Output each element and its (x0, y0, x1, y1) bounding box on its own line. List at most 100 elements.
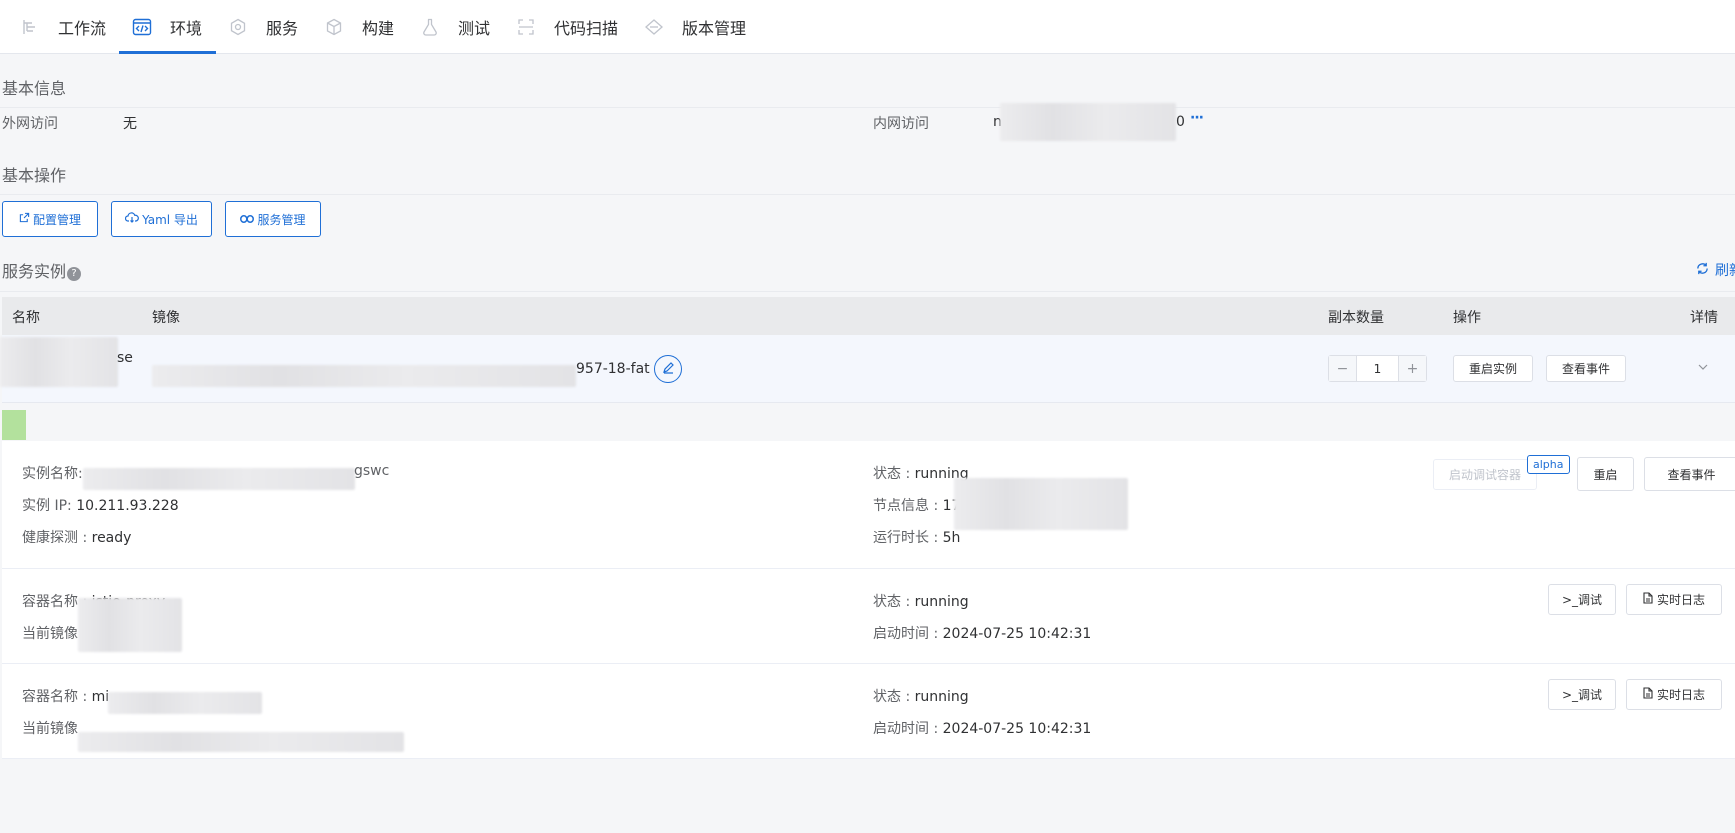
pod-uptime: 运行时长 : 5h (873, 527, 960, 547)
container-start-value: 2024-07-25 10:42:31 (942, 626, 1092, 642)
chevron-down-icon[interactable] (1697, 361, 1709, 377)
edit-image-button[interactable] (654, 355, 682, 383)
instances-title: 服务实例? (2, 258, 82, 282)
redacted-pod-name (83, 468, 355, 490)
redacted-internal-address (1000, 103, 1176, 141)
restart-pod-button[interactable]: 重启 (1577, 457, 1634, 491)
config-manage-button[interactable]: 配置管理 (2, 201, 98, 237)
divider (0, 107, 1735, 108)
container-name-label: 容器名称 : (22, 689, 88, 705)
pod-health: 健康探测 : ready (22, 527, 131, 547)
tab-service-label: 服务 (266, 19, 299, 38)
tab-version[interactable]: 版本管理 (644, 0, 746, 54)
pod-name-label: 实例名称: (22, 466, 83, 482)
column-detail: 详情 (1690, 310, 1718, 326)
tab-test[interactable]: 测试 (420, 0, 490, 54)
container-start-value: 2024-07-25 10:42:31 (942, 721, 1092, 737)
external-access-label: 外网访问 (2, 116, 58, 132)
debug-button[interactable]: >_调试 (1548, 584, 1616, 615)
pod-health-value: ready (91, 530, 132, 546)
redacted-service-name (0, 337, 118, 387)
service-manage-label: 服务管理 (257, 212, 306, 227)
decrease-replica-button[interactable]: − (1329, 356, 1356, 381)
container-status-label: 状态 : (873, 689, 911, 705)
redacted-container-image (78, 732, 404, 752)
tab-workflow-label: 工作流 (58, 19, 107, 38)
service-icon (228, 17, 248, 37)
container-name: 容器名称 : mi (22, 686, 109, 706)
version-icon (644, 17, 664, 37)
tab-code-scan[interactable]: 代码扫描 (516, 0, 618, 54)
link-icon (240, 212, 255, 226)
pod-ip-value: 10.211.93.228 (76, 498, 179, 514)
workflow-icon (20, 17, 40, 37)
redacted-image (152, 365, 576, 387)
replica-stepper[interactable]: − 1 + (1328, 355, 1427, 382)
pod-uptime-label: 运行时长 : (873, 530, 939, 546)
start-debug-container-button[interactable]: 启动调试容器 (1433, 459, 1537, 490)
pod-view-events-button[interactable]: 查看事件 (1644, 457, 1735, 491)
container-start-time: 启动时间 : 2024-07-25 10:42:31 (873, 718, 1091, 738)
pod-ip: 实例 IP: 10.211.93.228 (22, 495, 179, 515)
divider (0, 194, 1735, 195)
pod-status-marker (2, 410, 26, 440)
service-name-suffix: se (117, 350, 133, 366)
redacted-node-info (954, 478, 1128, 530)
view-events-button[interactable]: 查看事件 (1546, 355, 1626, 382)
refresh-label: 刷新 (1715, 263, 1735, 279)
more-icon[interactable]: ··· (1190, 110, 1204, 126)
container-image-label: 当前镜像 (22, 626, 78, 642)
scan-icon (516, 17, 536, 37)
tab-environment[interactable]: 环境 (132, 0, 202, 54)
pod-uptime-value: 5h (942, 530, 961, 546)
tab-code-scan-label: 代码扫描 (554, 19, 619, 38)
internal-access-label: 内网访问 (873, 116, 929, 132)
container-start-label: 启动时间 : (873, 721, 939, 737)
pod-name-suffix: gswc (354, 463, 390, 479)
document-icon (1643, 592, 1653, 607)
active-tab-indicator (119, 51, 216, 54)
document-icon (1643, 687, 1653, 702)
tab-build[interactable]: 构建 (324, 0, 394, 54)
yaml-export-label: Yaml 导出 (142, 212, 198, 227)
container-start-label: 启动时间 : (873, 626, 939, 642)
column-name: 名称 (12, 310, 40, 326)
redacted-container-name (108, 692, 262, 714)
tab-version-label: 版本管理 (682, 19, 747, 38)
top-nav: 工作流 环境 服务 构建 测试 代码扫描 版本管理 (0, 0, 1735, 54)
pod-ip-label: 实例 IP: (22, 498, 72, 514)
external-link-icon (19, 212, 30, 226)
restart-instance-button[interactable]: 重启实例 (1453, 355, 1533, 382)
realtime-log-button[interactable]: 实时日志 (1626, 584, 1722, 615)
basic-ops-title: 基本操作 (2, 166, 67, 185)
replica-count[interactable]: 1 (1356, 356, 1399, 381)
column-image: 镜像 (152, 310, 180, 326)
realtime-log-label: 实时日志 (1656, 593, 1705, 607)
help-icon[interactable]: ? (67, 267, 82, 281)
instances-title-text: 服务实例 (2, 262, 67, 281)
tab-service[interactable]: 服务 (228, 0, 298, 54)
divider (0, 291, 1735, 292)
container-status-value: running (914, 689, 969, 705)
container-section (2, 569, 1735, 664)
yaml-export-button[interactable]: Yaml 导出 (111, 201, 212, 237)
redacted-container-image (78, 598, 182, 652)
column-replicas: 副本数量 (1328, 310, 1384, 326)
realtime-log-label: 实时日志 (1656, 688, 1705, 702)
tab-workflow[interactable]: 工作流 (20, 0, 106, 54)
tab-build-label: 构建 (362, 19, 395, 38)
container-status-label: 状态 : (873, 594, 911, 610)
build-icon (324, 17, 344, 37)
config-manage-label: 配置管理 (32, 212, 81, 227)
cloud-download-icon (124, 212, 139, 226)
column-ops: 操作 (1453, 310, 1481, 326)
increase-replica-button[interactable]: + (1399, 356, 1426, 381)
refresh-button[interactable]: 刷新 (1696, 260, 1735, 280)
internal-access-value-end: 0 (1176, 114, 1185, 130)
service-manage-button[interactable]: 服务管理 (225, 201, 321, 237)
container-status-value: running (914, 594, 969, 610)
container-status: 状态 : running (873, 591, 969, 611)
realtime-log-button[interactable]: 实时日志 (1626, 679, 1722, 710)
pod-health-label: 健康探测 : (22, 530, 88, 546)
debug-button[interactable]: >_调试 (1548, 679, 1616, 710)
